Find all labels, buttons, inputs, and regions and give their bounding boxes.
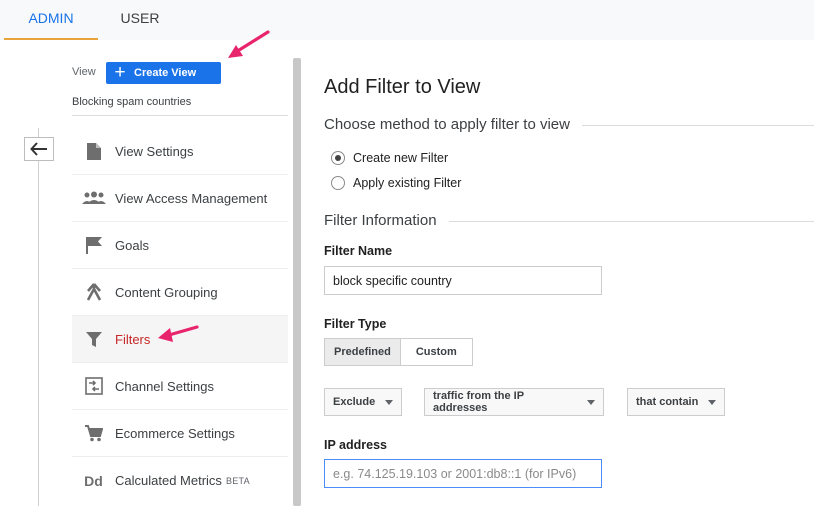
exclude-select[interactable]: Exclude bbox=[324, 388, 402, 416]
chevron-down-icon bbox=[385, 399, 393, 405]
section-divider bbox=[581, 125, 814, 126]
radio-unchecked-icon[interactable] bbox=[331, 176, 345, 190]
chevron-down-icon bbox=[587, 399, 595, 405]
sidebar-item-channel-settings[interactable]: Channel Settings bbox=[72, 363, 288, 410]
view-column-label: View bbox=[72, 66, 96, 78]
create-view-label: Create View bbox=[134, 67, 197, 79]
custom-button[interactable]: Custom bbox=[400, 339, 472, 365]
create-view-button[interactable]: + Create View bbox=[106, 62, 221, 84]
section-divider bbox=[448, 221, 814, 222]
page-title: Add Filter to View bbox=[324, 76, 481, 98]
top-tab-bar: ADMIN USER bbox=[0, 0, 814, 40]
select-value: that contain bbox=[636, 396, 699, 408]
method-heading-text: Choose method to apply filter to view bbox=[324, 116, 570, 133]
sidebar-item-label: Calculated Metrics bbox=[115, 473, 222, 488]
sidebar-item-goals[interactable]: Goals bbox=[72, 222, 288, 269]
method-section-heading: Choose method to apply filter to view bbox=[324, 116, 814, 133]
flag-icon bbox=[72, 236, 115, 254]
sidebar-item-label: View Access Management bbox=[115, 190, 268, 206]
ip-address-label: IP address bbox=[324, 438, 388, 452]
predefined-button[interactable]: Predefined bbox=[325, 339, 401, 365]
ip-address-input[interactable] bbox=[324, 459, 602, 488]
select-value: traffic from the IP addresses bbox=[433, 390, 524, 414]
document-icon bbox=[72, 142, 115, 161]
radio-label: Create new Filter bbox=[353, 151, 449, 165]
view-divider bbox=[72, 115, 288, 116]
beta-badge: BETA bbox=[225, 475, 250, 486]
sidebar-item-content-grouping[interactable]: Content Grouping bbox=[72, 269, 288, 316]
sidebar-item-label: View Settings bbox=[115, 143, 194, 159]
people-icon bbox=[72, 191, 115, 205]
sidebar-item-view-settings[interactable]: View Settings bbox=[72, 128, 288, 175]
channel-settings-icon bbox=[72, 377, 115, 395]
info-heading-text: Filter Information bbox=[324, 212, 437, 229]
filter-icon bbox=[72, 331, 115, 348]
cart-icon bbox=[72, 424, 115, 442]
sidebar-scrollbar[interactable] bbox=[293, 58, 301, 506]
view-nav-list: View Settings View Access Management Goa… bbox=[72, 128, 288, 504]
info-section-heading: Filter Information bbox=[324, 212, 814, 229]
filter-type-label: Filter Type bbox=[324, 317, 387, 331]
filter-name-label: Filter Name bbox=[324, 244, 393, 258]
view-selector-name[interactable]: Blocking spam countries bbox=[72, 96, 191, 108]
sidebar-item-label: Filters bbox=[115, 331, 151, 347]
tab-user[interactable]: USER bbox=[98, 0, 182, 40]
arrow-left-icon bbox=[30, 142, 47, 156]
sidebar-item-ecommerce-settings[interactable]: Ecommerce Settings bbox=[72, 410, 288, 457]
sidebar-guide-line bbox=[38, 128, 39, 506]
tab-admin[interactable]: ADMIN bbox=[4, 0, 98, 40]
sidebar-item-label: Ecommerce Settings bbox=[115, 425, 235, 441]
expression-select[interactable]: that contain bbox=[627, 388, 725, 416]
radio-create-new-filter[interactable]: Create new Filter bbox=[331, 151, 448, 165]
sidebar-item-calculated-metrics[interactable]: Dd Calculated Metrics BETA bbox=[72, 457, 288, 504]
add-filter-panel: Add Filter to View Choose method to appl… bbox=[324, 40, 814, 506]
radio-label: Apply existing Filter bbox=[353, 176, 462, 190]
radio-apply-existing-filter[interactable]: Apply existing Filter bbox=[331, 176, 461, 190]
chevron-down-icon bbox=[708, 399, 716, 405]
radio-checked-icon[interactable] bbox=[331, 151, 345, 165]
sidebar-item-label: Content Grouping bbox=[115, 284, 218, 300]
plus-icon: + bbox=[114, 62, 126, 83]
sidebar-item-label: Channel Settings bbox=[115, 378, 215, 394]
content-grouping-icon bbox=[72, 283, 115, 301]
filter-name-input[interactable] bbox=[324, 266, 602, 295]
back-button[interactable] bbox=[24, 137, 54, 161]
source-select[interactable]: traffic from the IP addresses bbox=[424, 388, 604, 416]
filter-type-toggle: Predefined Custom bbox=[324, 338, 473, 366]
sidebar-item-label: Goals bbox=[115, 237, 149, 253]
sidebar-item-filters[interactable]: Filters bbox=[72, 316, 288, 363]
sidebar-item-view-access-management[interactable]: View Access Management bbox=[72, 175, 288, 222]
select-value: Exclude bbox=[333, 396, 376, 408]
dd-icon: Dd bbox=[84, 472, 103, 489]
